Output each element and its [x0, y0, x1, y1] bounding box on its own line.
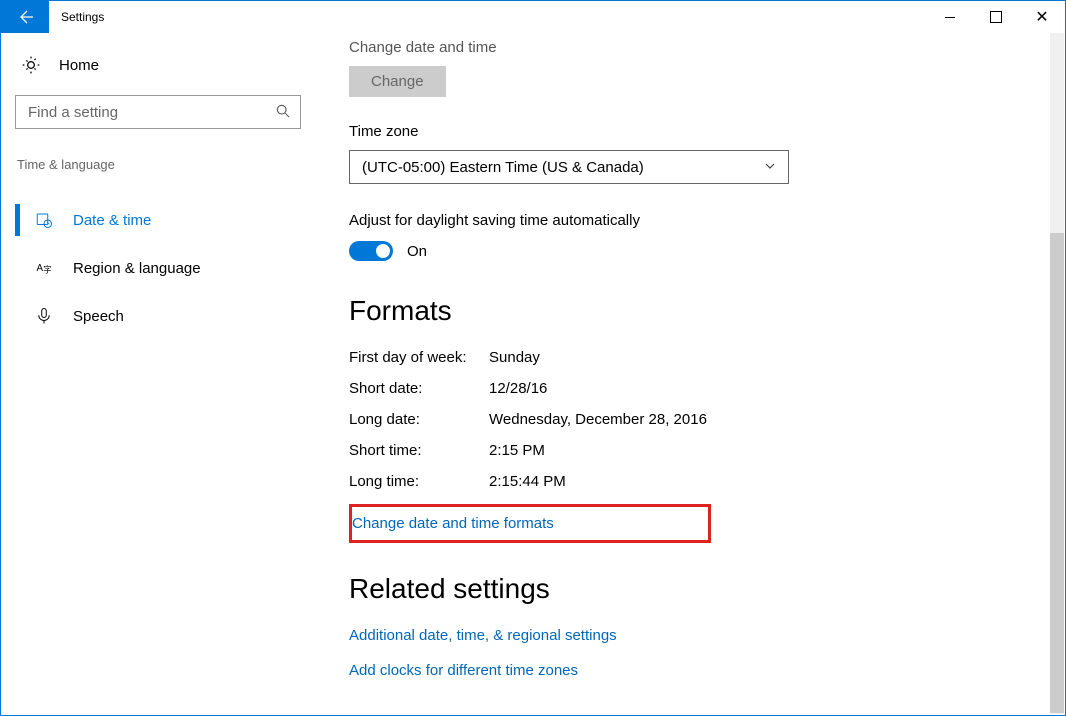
format-row: Long time:2:15:44 PM	[349, 473, 1065, 490]
language-icon: A字	[35, 259, 53, 277]
change-date-time-header: Change date and time	[349, 39, 1065, 56]
minimize-button[interactable]	[927, 1, 973, 33]
related-header: Related settings	[349, 573, 1065, 605]
related-link-additional[interactable]: Additional date, time, & regional settin…	[349, 627, 1065, 644]
timezone-value: (UTC-05:00) Eastern Time (US & Canada)	[362, 159, 644, 176]
format-row: Short time:2:15 PM	[349, 442, 1065, 459]
sidebar-item-label: Date & time	[73, 212, 151, 229]
calendar-clock-icon	[35, 211, 53, 229]
format-row: First day of week:Sunday	[349, 349, 1065, 366]
svg-text:字: 字	[43, 265, 51, 275]
scrollbar-thumb[interactable]	[1050, 233, 1064, 713]
search-box[interactable]	[15, 95, 301, 129]
highlight-annotation: Change date and time formats	[349, 504, 711, 543]
close-button[interactable]: ✕	[1019, 1, 1065, 33]
sidebar: Home Time & language Date & time A字 Regi…	[1, 33, 321, 715]
content: Change date and time Change Time zone (U…	[321, 33, 1065, 715]
related-link-add-clocks[interactable]: Add clocks for different time zones	[349, 662, 1065, 679]
window-title: Settings	[49, 1, 116, 33]
dst-state: On	[407, 243, 427, 260]
dst-toggle[interactable]	[349, 241, 393, 261]
change-formats-link[interactable]: Change date and time formats	[352, 515, 708, 532]
maximize-button[interactable]	[973, 1, 1019, 33]
home-label: Home	[59, 57, 99, 74]
svg-text:A: A	[37, 263, 44, 274]
back-button[interactable]	[1, 1, 49, 33]
sidebar-item-date-time[interactable]: Date & time	[15, 196, 307, 244]
search-icon	[276, 104, 290, 121]
gear-icon	[21, 55, 41, 75]
search-input[interactable]	[26, 103, 276, 122]
change-button: Change	[349, 66, 446, 97]
home-nav[interactable]: Home	[15, 55, 307, 75]
timezone-label: Time zone	[349, 123, 1065, 140]
formats-header: Formats	[349, 295, 1065, 327]
sidebar-section-label: Time & language	[15, 157, 307, 172]
scrollbar[interactable]	[1050, 33, 1064, 714]
sidebar-item-label: Region & language	[73, 260, 201, 277]
sidebar-item-label: Speech	[73, 308, 124, 325]
format-row: Short date:12/28/16	[349, 380, 1065, 397]
arrow-left-icon	[17, 9, 33, 25]
format-row: Long date:Wednesday, December 28, 2016	[349, 411, 1065, 428]
chevron-down-icon	[764, 160, 776, 175]
microphone-icon	[35, 307, 53, 325]
sidebar-item-speech[interactable]: Speech	[15, 292, 307, 340]
timezone-select[interactable]: (UTC-05:00) Eastern Time (US & Canada)	[349, 150, 789, 184]
titlebar: Settings ✕	[1, 1, 1065, 33]
body: Home Time & language Date & time A字 Regi…	[1, 33, 1065, 715]
sidebar-item-region-language[interactable]: A字 Region & language	[15, 244, 307, 292]
dst-label: Adjust for daylight saving time automati…	[349, 212, 1065, 229]
